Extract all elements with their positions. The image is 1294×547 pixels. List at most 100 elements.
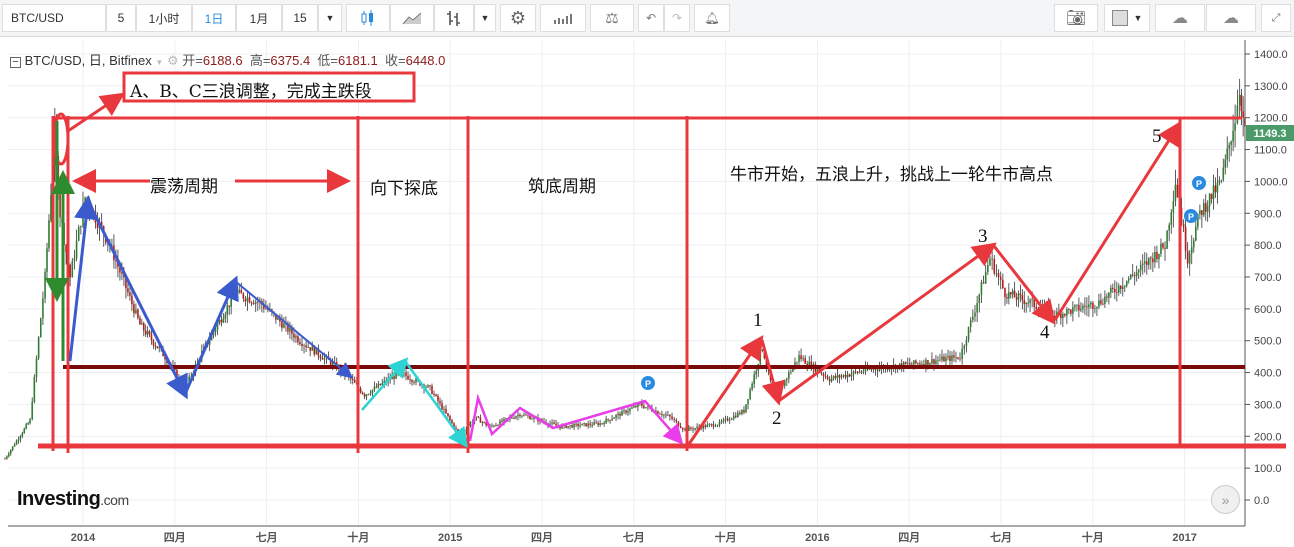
candle-body (439, 401, 441, 404)
candle-type-button[interactable] (346, 4, 390, 32)
candle-body (919, 363, 921, 365)
bar-type-button[interactable] (434, 4, 474, 32)
candle-body (790, 371, 792, 373)
candle-body (29, 419, 31, 424)
candle-body (1004, 288, 1006, 298)
undo-icon: ↶ (645, 11, 657, 25)
interval-1h[interactable]: 1小时 (136, 4, 192, 32)
candle-body (1201, 210, 1203, 216)
candle-body (377, 383, 380, 388)
candle-body (1021, 295, 1024, 300)
candle-body (641, 403, 643, 406)
candle-body (834, 376, 837, 378)
candle-body (1006, 297, 1008, 299)
candle-body (1096, 306, 1098, 309)
candle-body (293, 333, 295, 338)
candle-body (939, 359, 941, 361)
candle-body (299, 342, 301, 344)
candle-body (427, 385, 429, 388)
scroll-to-latest-button[interactable]: » (1211, 485, 1240, 514)
candle-body (1090, 302, 1092, 305)
candle-body (1145, 261, 1148, 265)
save-chart-button[interactable]: ☁ (1206, 4, 1256, 32)
interval-dropdown[interactable]: ▼ (318, 4, 342, 32)
symbol-input[interactable]: BTC/USD (2, 4, 106, 32)
candle-body (1176, 184, 1179, 198)
candle-body (965, 339, 968, 346)
candle-body (50, 195, 52, 221)
interval-1d[interactable]: 1日 (192, 4, 236, 32)
candle-body (1086, 306, 1088, 308)
candle-body (1170, 212, 1173, 225)
candle-body (13, 444, 16, 447)
candle-body (898, 363, 901, 366)
candle-body (796, 361, 798, 363)
candle-body (955, 357, 957, 358)
phase-label-base-building: 筑底周期 (528, 177, 596, 197)
candle-body (399, 369, 401, 372)
compare-button[interactable]: ⚖ (590, 4, 634, 32)
candle-body (369, 393, 372, 395)
candle-body (1133, 275, 1136, 277)
interval-5[interactable]: 5 (106, 4, 136, 32)
candle-body (1100, 300, 1102, 304)
open-value: 6188.6 (202, 53, 243, 68)
candle-body (220, 319, 223, 323)
template-button[interactable]: ▼ (1104, 4, 1150, 32)
candle-body (824, 375, 827, 377)
fullscreen-button[interactable]: ⤢ (1261, 4, 1291, 32)
candle-body (141, 323, 143, 325)
candle-body (917, 363, 919, 365)
candle-body (461, 433, 463, 437)
indicators-button[interactable] (540, 4, 586, 32)
add-alert-button[interactable]: 🔔︎ (694, 4, 730, 32)
x-tick-label: 七月 (623, 530, 645, 544)
candle-body (244, 298, 247, 302)
candle-body (1070, 309, 1072, 314)
undo-button[interactable]: ↶ (638, 4, 664, 32)
interval-1m[interactable]: 1月 (236, 4, 282, 32)
candle-body (1212, 185, 1215, 200)
logo-suffix: .com (100, 492, 129, 508)
redo-button[interactable]: ↷ (664, 4, 690, 32)
price-chart[interactable]: 2014 四月 七月 十月 2015 四月 七月 十月 2016 四月 七月 十月 2017 0.0 100… (0, 36, 1294, 547)
candle-body (836, 375, 839, 378)
candle-body (679, 426, 682, 428)
settings-button[interactable]: ⚙ (500, 4, 536, 32)
candle-body (242, 293, 245, 299)
candle-body (635, 406, 637, 407)
candle-body (1186, 250, 1189, 264)
candle-body (714, 426, 717, 427)
candle-body (224, 314, 227, 319)
candle-body (309, 347, 311, 351)
candle-body (1216, 182, 1219, 193)
interval-15[interactable]: 15 (282, 4, 318, 32)
candle-body (858, 371, 861, 373)
candle-body (633, 406, 635, 408)
candle-body (265, 308, 267, 310)
square-icon (1111, 10, 1128, 26)
candle-body (1162, 243, 1164, 248)
candle-body (1131, 274, 1134, 276)
screenshot-button[interactable]: 📷︎ (1054, 4, 1098, 32)
candle-body (9, 449, 12, 454)
chevron-down-icon[interactable]: ▼ (155, 58, 163, 67)
candle-body (826, 376, 829, 380)
candle-body (150, 334, 153, 341)
candle-body (959, 358, 961, 360)
candle-body (804, 358, 806, 364)
candle-body (963, 345, 966, 349)
candle-body (605, 419, 607, 424)
candle-body (230, 295, 232, 307)
svg-text:P: P (1196, 179, 1202, 189)
candle-body (146, 331, 149, 335)
high-label: 高= (249, 53, 271, 68)
wave-label-2: 2 (772, 408, 782, 429)
y-tick-label: 700.0 (1254, 272, 1282, 284)
candle-body (301, 343, 303, 347)
line-chart-button[interactable] (390, 4, 434, 32)
collapse-icon[interactable]: − (10, 57, 21, 68)
gear-icon[interactable]: ⚙ (167, 53, 179, 68)
bar-type-dropdown[interactable]: ▼ (474, 4, 496, 32)
load-chart-button[interactable]: ☁ (1155, 4, 1205, 32)
